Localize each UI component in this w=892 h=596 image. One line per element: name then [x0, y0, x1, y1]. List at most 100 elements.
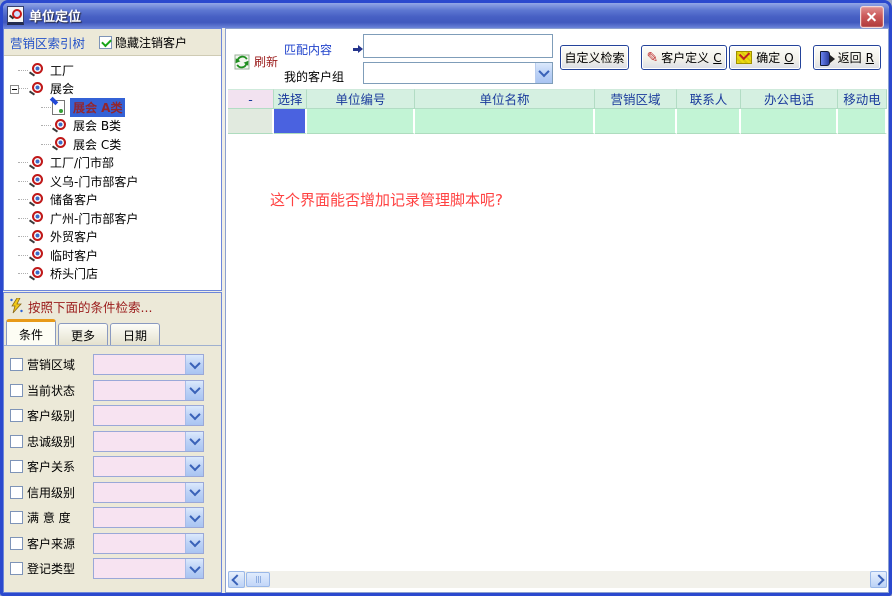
hide-cancelled-checkbox[interactable]: 隐藏注销客户	[99, 34, 187, 51]
lightning-icon	[10, 298, 23, 314]
custom-search-button[interactable]: 自定义检索	[560, 45, 629, 70]
marketing-tree-panel: 营销区索引树 隐藏注销客户 工厂展会展会 A类展会 B类展会 C类工厂/门市部义…	[3, 28, 222, 291]
selected-cell[interactable]	[274, 109, 307, 134]
scroll-left-arrow-icon[interactable]	[228, 571, 245, 588]
tree-item-label: 桥头门店	[47, 264, 101, 283]
chevron-down-icon[interactable]	[185, 381, 203, 400]
button-accelerator: C	[713, 51, 721, 65]
table-cell[interactable]	[307, 109, 415, 134]
filter-checkbox[interactable]	[10, 486, 23, 499]
filter-dropdown-value	[94, 432, 185, 451]
filter-dropdown-value	[94, 534, 185, 553]
table-cell[interactable]	[595, 109, 677, 134]
refresh-button[interactable]: 刷新	[234, 53, 278, 70]
button-label: 确定	[756, 49, 780, 66]
chevron-down-icon[interactable]	[185, 432, 203, 451]
column-header-营销区域[interactable]: 营销区域	[595, 89, 677, 109]
chevron-down-icon[interactable]	[185, 534, 203, 553]
column-header-单位名称[interactable]: 单位名称	[415, 89, 595, 109]
filter-checkbox[interactable]	[10, 460, 23, 473]
magnifier-icon	[29, 63, 43, 77]
chevron-down-icon[interactable]	[185, 406, 203, 425]
exit-door-icon	[820, 51, 835, 65]
table-cell[interactable]	[228, 109, 274, 134]
column-header-办公电话[interactable]: 办公电话	[741, 89, 838, 109]
chevron-down-icon[interactable]	[185, 355, 203, 374]
customer-group-dropdown[interactable]	[363, 62, 553, 84]
tree-item[interactable]: 义乌-门市部客户	[6, 172, 219, 191]
chevron-down-icon[interactable]	[185, 457, 203, 476]
filter-dropdown[interactable]	[93, 533, 204, 554]
results-panel: 刷新 匹配内容 我的客户组 自定义检索✎客户定义C确定O返回R -选择单位编号单…	[225, 28, 889, 593]
tree-item[interactable]: 临时客户	[6, 246, 219, 265]
tree-item[interactable]: 展会 B类	[6, 117, 219, 136]
tree-connector	[18, 181, 28, 182]
column-header-单位编号[interactable]: 单位编号	[307, 89, 415, 109]
match-content-input[interactable]	[363, 34, 553, 58]
filter-checkbox[interactable]	[10, 562, 23, 575]
filter-label: 满 意 度	[27, 509, 89, 526]
filter-dropdown[interactable]	[93, 354, 204, 375]
table-row[interactable]	[228, 109, 887, 134]
tree-item[interactable]: 展会 A类	[6, 98, 219, 117]
chevron-down-icon[interactable]	[185, 559, 203, 578]
column-header-移动电[interactable]: 移动电	[838, 89, 887, 109]
return-button[interactable]: 返回R	[813, 45, 881, 70]
arrow-page-icon	[52, 100, 65, 115]
tree-item[interactable]: 工厂/门市部	[6, 154, 219, 173]
tree-connector	[18, 273, 28, 274]
filter-dropdown[interactable]	[93, 431, 204, 452]
filter-dropdown[interactable]	[93, 558, 204, 579]
filter-checkbox[interactable]	[10, 409, 23, 422]
column-header-选择[interactable]: 选择	[274, 89, 307, 109]
table-cell[interactable]	[677, 109, 741, 134]
tab-日期[interactable]: 日期	[110, 323, 160, 345]
filter-checkbox[interactable]	[10, 537, 23, 550]
button-accelerator: O	[784, 51, 793, 65]
confirm-button[interactable]: 确定 O	[729, 45, 801, 70]
tab-更多[interactable]: 更多	[58, 323, 108, 345]
table-cell[interactable]	[415, 109, 595, 134]
tree-item[interactable]: 桥头门店	[6, 265, 219, 284]
tree-collapse-icon[interactable]	[10, 85, 19, 94]
customer-define-button[interactable]: ✎客户定义C	[641, 45, 727, 70]
chevron-down-icon[interactable]	[535, 63, 552, 83]
tree-item[interactable]: 外贸客户	[6, 228, 219, 247]
table-cell[interactable]	[838, 109, 887, 134]
filter-label: 信用级别	[27, 484, 89, 501]
tree-item-label: 储备客户	[47, 190, 101, 209]
filter-checkbox[interactable]	[10, 358, 23, 371]
filter-dropdown[interactable]	[93, 380, 204, 401]
condition-search-panel: 按照下面的条件检索... 条件更多日期 营销区域当前状态客户级别忠诚级别客户关系…	[3, 292, 222, 593]
tree-item[interactable]: 工厂	[6, 61, 219, 80]
table-cell[interactable]	[741, 109, 838, 134]
tree-item[interactable]: 广州-门市部客户	[6, 209, 219, 228]
filter-checkbox[interactable]	[10, 384, 23, 397]
tab-条件[interactable]: 条件	[6, 319, 56, 345]
tree-item[interactable]: 储备客户	[6, 191, 219, 210]
filter-dropdown[interactable]	[93, 405, 204, 426]
filter-label: 营销区域	[27, 356, 89, 373]
chevron-down-icon[interactable]	[185, 483, 203, 502]
tree-item-label: 工厂	[47, 61, 77, 80]
check-icon	[736, 51, 752, 64]
scrollbar-thumb[interactable]	[246, 572, 270, 587]
tree-item[interactable]: 展会	[6, 80, 219, 99]
chevron-down-icon[interactable]	[185, 508, 203, 527]
filter-dropdown[interactable]	[93, 456, 204, 477]
filter-row: 客户级别	[10, 405, 221, 426]
column-header-联系人[interactable]: 联系人	[677, 89, 741, 109]
tree-item[interactable]: 展会 C类	[6, 135, 219, 154]
column-header-dash[interactable]: -	[228, 89, 274, 109]
filter-dropdown[interactable]	[93, 507, 204, 528]
scroll-right-arrow-icon[interactable]	[870, 571, 887, 588]
filter-checkbox[interactable]	[10, 511, 23, 524]
hide-cancelled-label: 隐藏注销客户	[115, 34, 187, 51]
close-icon[interactable]	[860, 6, 884, 28]
magnifier-icon	[29, 267, 43, 281]
filter-dropdown[interactable]	[93, 482, 204, 503]
refresh-label: 刷新	[254, 53, 278, 70]
filter-checkbox[interactable]	[10, 435, 23, 448]
checkbox-checked-icon[interactable]	[99, 36, 112, 49]
horizontal-scrollbar[interactable]	[228, 571, 887, 588]
